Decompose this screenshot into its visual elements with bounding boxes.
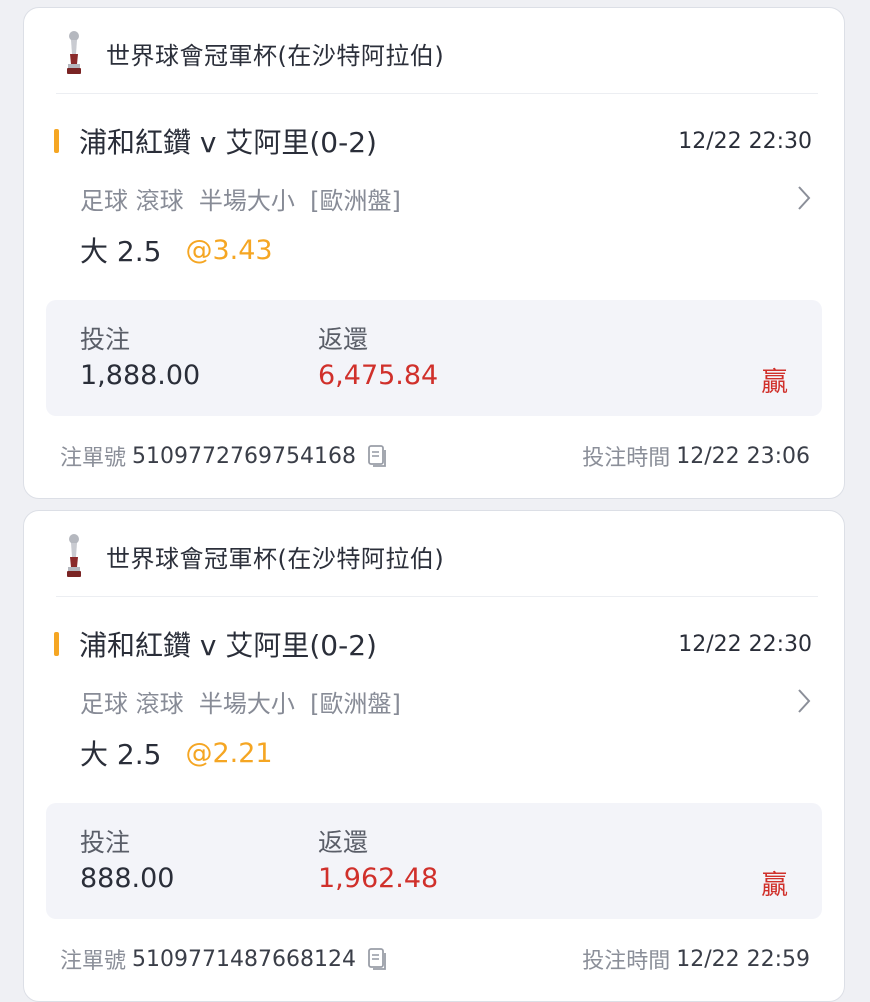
pick: 大 2.5	[80, 738, 162, 771]
stake-label: 投注	[80, 828, 131, 857]
return-value: 6,475.84	[318, 360, 439, 391]
stake-label: 投注	[80, 325, 131, 354]
return-label: 返還	[318, 325, 369, 354]
divider	[56, 93, 818, 94]
market-row[interactable]: 足球 滾球 半場大小 [歐洲盤]	[80, 178, 812, 218]
bet-time: 12/22 22:59	[676, 946, 810, 972]
result-badge: 贏	[761, 367, 788, 398]
bet-time-label: 投注時間	[582, 446, 671, 471]
market-text: 足球 滾球 半場大小 [歐洲盤]	[80, 186, 401, 215]
odds: @2.21	[185, 737, 273, 769]
market-text: 足球 滾球 半場大小 [歐洲盤]	[80, 689, 401, 718]
bet-card: 世界球會冠軍杯(在沙特阿拉伯) 浦和紅鑽 v 艾阿里(0-2) 12/22 22…	[23, 7, 845, 499]
accent-bar	[54, 129, 59, 153]
accent-bar	[54, 632, 59, 656]
market-row[interactable]: 足球 滾球 半場大小 [歐洲盤]	[80, 681, 812, 721]
match-name: 浦和紅鑽 v 艾阿里(0-2)	[79, 629, 377, 662]
bet-time: 12/22 23:06	[676, 443, 810, 469]
bet-card: 世界球會冠軍杯(在沙特阿拉伯) 浦和紅鑽 v 艾阿里(0-2) 12/22 22…	[23, 510, 845, 1002]
return-label: 返還	[318, 828, 369, 857]
order-number: 5109771487668124	[132, 946, 356, 972]
trophy-icon	[67, 31, 81, 74]
chevron-right-icon[interactable]	[796, 687, 812, 715]
league-header: 世界球會冠軍杯(在沙特阿拉伯)	[64, 28, 444, 78]
match-time: 12/22 22:30	[678, 631, 812, 657]
order-label: 注單號	[60, 949, 127, 974]
league-name: 世界球會冠軍杯(在沙特阿拉伯)	[106, 41, 445, 70]
divider	[56, 596, 818, 597]
bet-time-label: 投注時間	[582, 949, 671, 974]
bet-summary-panel: 投注 1,888.00 返還 6,475.84 贏	[46, 300, 822, 416]
league-name: 世界球會冠軍杯(在沙特阿拉伯)	[106, 544, 445, 573]
trophy-icon	[67, 534, 81, 577]
match-name: 浦和紅鑽 v 艾阿里(0-2)	[79, 126, 377, 159]
chevron-right-icon[interactable]	[796, 184, 812, 212]
odds: @3.43	[185, 234, 273, 266]
match-time: 12/22 22:30	[678, 128, 812, 154]
result-badge: 贏	[761, 870, 788, 901]
footer-row: 注單號 5109771487668124 投注時間 12/22 22:59	[60, 941, 810, 977]
stake-value: 888.00	[80, 863, 175, 894]
copy-icon[interactable]	[366, 444, 388, 468]
copy-icon[interactable]	[366, 947, 388, 971]
pick: 大 2.5	[80, 235, 162, 268]
order-number: 5109772769754168	[132, 443, 356, 469]
pick-row: 大 2.5 @2.21	[80, 731, 273, 775]
league-header: 世界球會冠軍杯(在沙特阿拉伯)	[64, 531, 444, 581]
footer-row: 注單號 5109772769754168 投注時間 12/22 23:06	[60, 438, 810, 474]
bet-summary-panel: 投注 888.00 返還 1,962.48 贏	[46, 803, 822, 919]
order-label: 注單號	[60, 446, 127, 471]
return-value: 1,962.48	[318, 863, 439, 894]
pick-row: 大 2.5 @3.43	[80, 228, 273, 272]
match-row[interactable]: 浦和紅鑽 v 艾阿里(0-2) 12/22 22:30	[54, 120, 812, 162]
match-row[interactable]: 浦和紅鑽 v 艾阿里(0-2) 12/22 22:30	[54, 623, 812, 665]
stake-value: 1,888.00	[80, 360, 201, 391]
